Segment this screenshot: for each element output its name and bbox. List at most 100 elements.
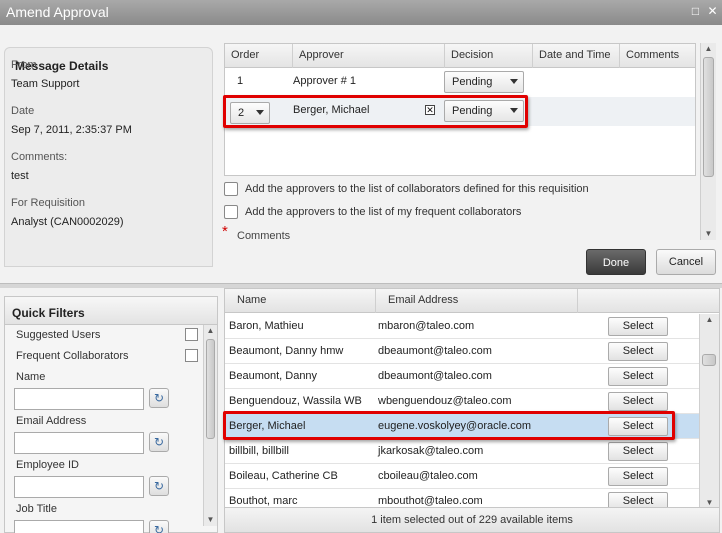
select-user-button[interactable]: Select — [608, 317, 668, 336]
requisition-label: For Requisition — [11, 197, 85, 209]
employee-id-input[interactable] — [14, 476, 144, 498]
approvers-grid: Order Approver Decision Date and Time Co… — [224, 43, 696, 176]
title-bar: Amend Approval □ ✕ — [0, 0, 722, 25]
approver-row: 1 Approver # 1 Pending — [225, 68, 695, 97]
comments-value: test — [11, 170, 29, 182]
scroll-up-icon[interactable]: ▲ — [701, 43, 716, 55]
close-icon[interactable]: ✕ — [706, 5, 719, 18]
decision-select[interactable]: Pending — [444, 71, 524, 93]
filters-scrollbar[interactable]: ▲ ▼ — [203, 325, 217, 526]
column-approver[interactable]: Approver — [293, 44, 445, 68]
user-email: mbaron@taleo.com — [378, 320, 475, 332]
select-user-button[interactable]: Select — [608, 367, 668, 386]
name-refresh-icon[interactable]: ↻ — [149, 388, 169, 408]
select-user-button[interactable]: Select — [608, 467, 668, 486]
email-label: Email Address — [16, 415, 87, 427]
quick-filters-panel: Quick Filters Suggested Users Frequent C… — [4, 296, 218, 533]
select-user-button[interactable]: Select — [608, 442, 668, 461]
email-refresh-icon[interactable]: ↻ — [149, 432, 169, 452]
table-row[interactable]: billbill, billbill jkarkosak@taleo.com Sel… — [225, 439, 699, 464]
remove-approver-icon[interactable]: ✕ — [425, 105, 435, 115]
requisition-collaborators-checkbox[interactable] — [224, 182, 238, 196]
decision-select[interactable]: Pending — [444, 100, 524, 122]
user-name: Benguendouz, Wassila WB — [229, 395, 362, 407]
user-email: jkarkosak@taleo.com — [378, 445, 484, 457]
suggested-users-label: Suggested Users — [16, 329, 101, 341]
users-grid: Name Email Address Baron, Mathieu mbaron@… — [224, 288, 720, 533]
scroll-thumb[interactable] — [206, 339, 215, 439]
order-select[interactable]: 2 — [230, 102, 270, 124]
user-email: eugene.voskolyey@oracle.com — [378, 420, 532, 432]
user-name: Beaumont, Danny hmw — [229, 345, 344, 357]
frequent-collaborators-filter-label: Frequent Collaborators — [16, 350, 129, 362]
user-name: Baron, Mathieu — [229, 320, 304, 332]
table-row[interactable]: Berger, Michael eugene.voskolyey@oracle.c… — [225, 414, 699, 439]
scroll-up-icon[interactable]: ▲ — [204, 325, 217, 337]
option-frequent-collaborators[interactable]: Add the approvers to the list of my freq… — [224, 205, 544, 221]
suggested-users-checkbox[interactable] — [185, 328, 198, 341]
frequent-collaborators-filter-checkbox[interactable] — [185, 349, 198, 362]
quick-filters-header: Quick Filters — [5, 297, 217, 325]
approver-name: Approver # 1 — [293, 75, 356, 87]
date-label: Date — [11, 105, 35, 117]
maximize-icon[interactable]: □ — [689, 5, 702, 18]
chevron-down-icon — [256, 110, 264, 115]
selection-status: 1 item selected out of 229 available ite… — [225, 507, 719, 532]
user-name: billbill, billbill — [229, 445, 289, 457]
name-input[interactable] — [14, 388, 144, 410]
column-name[interactable]: Name — [225, 289, 376, 313]
upper-scrollbar[interactable]: ▲ ▼ — [700, 43, 716, 240]
name-label: Name — [16, 371, 46, 383]
select-user-button[interactable]: Select — [608, 392, 668, 411]
users-scrollbar[interactable]: ▲ ▼ — [699, 314, 719, 509]
scroll-down-icon[interactable]: ▼ — [204, 514, 217, 526]
select-user-button[interactable]: Select — [608, 342, 668, 361]
users-grid-header: Name Email Address — [225, 289, 719, 313]
select-user-button[interactable]: Select — [608, 417, 668, 436]
decision-value: Pending — [452, 76, 493, 88]
column-date-time[interactable]: Date and Time — [533, 44, 620, 68]
scroll-thumb[interactable] — [702, 354, 716, 366]
window-title: Amend Approval — [6, 4, 109, 20]
user-name: Beaumont, Danny — [229, 370, 318, 382]
column-order[interactable]: Order — [225, 44, 293, 68]
approval-comments-label: Comments — [237, 230, 291, 242]
done-button[interactable]: Done — [586, 249, 646, 275]
frequent-collaborators-checkbox[interactable] — [224, 205, 238, 219]
comments-label: Comments: — [11, 151, 68, 163]
user-email: wbenguendouz@taleo.com — [378, 395, 512, 407]
option-requisition-collaborators[interactable]: Add the approvers to the list of collabo… — [224, 182, 624, 198]
scroll-down-icon[interactable]: ▼ — [701, 228, 716, 240]
order-value: 2 — [238, 107, 245, 119]
required-marker: * — [222, 223, 228, 240]
requisition-value: Analyst (CAN0002029) — [11, 216, 124, 228]
approver-order: 1 — [237, 75, 244, 87]
column-comments[interactable]: Comments — [620, 44, 696, 68]
table-row[interactable]: Beaumont, Danny dbeaumont@taleo.com Select — [225, 364, 699, 389]
column-decision[interactable]: Decision — [445, 44, 533, 68]
table-row[interactable]: Beaumont, Danny hmw dbeaumont@taleo.com Se… — [225, 339, 699, 364]
date-value: Sep 7, 2011, 2:35:37 PM — [11, 124, 132, 136]
table-row[interactable]: Boileau, Catherine CB cboileau@taleo.com S… — [225, 464, 699, 489]
employee-id-label: Employee ID — [16, 459, 79, 471]
column-email[interactable]: Email Address — [376, 289, 578, 313]
chevron-down-icon — [510, 79, 518, 84]
approver-name: Berger, Michael — [293, 104, 370, 116]
job-title-input[interactable] — [14, 520, 144, 533]
email-input[interactable] — [14, 432, 144, 454]
table-row[interactable]: Benguendouz, Wassila WB wbenguendouz@tale… — [225, 389, 699, 414]
user-name: Berger, Michael — [229, 420, 306, 432]
from-label: From — [11, 59, 37, 71]
table-row[interactable]: Baron, Mathieu mbaron@taleo.com Select — [225, 314, 699, 339]
user-name: Boileau, Catherine CB — [229, 470, 338, 482]
scroll-thumb[interactable] — [703, 57, 714, 177]
scroll-up-icon[interactable]: ▲ — [700, 314, 719, 326]
quick-filters-title: Quick Filters — [12, 306, 85, 320]
job-title-refresh-icon[interactable]: ↻ — [149, 520, 169, 533]
employee-id-refresh-icon[interactable]: ↻ — [149, 476, 169, 496]
chevron-down-icon — [510, 108, 518, 113]
user-email: dbeaumont@taleo.com — [378, 370, 492, 382]
frequent-collaborators-label: Add the approvers to the list of my freq… — [245, 206, 522, 218]
approval-section: Message Details From Team Support Date S… — [0, 25, 722, 283]
cancel-button[interactable]: Cancel — [656, 249, 716, 275]
